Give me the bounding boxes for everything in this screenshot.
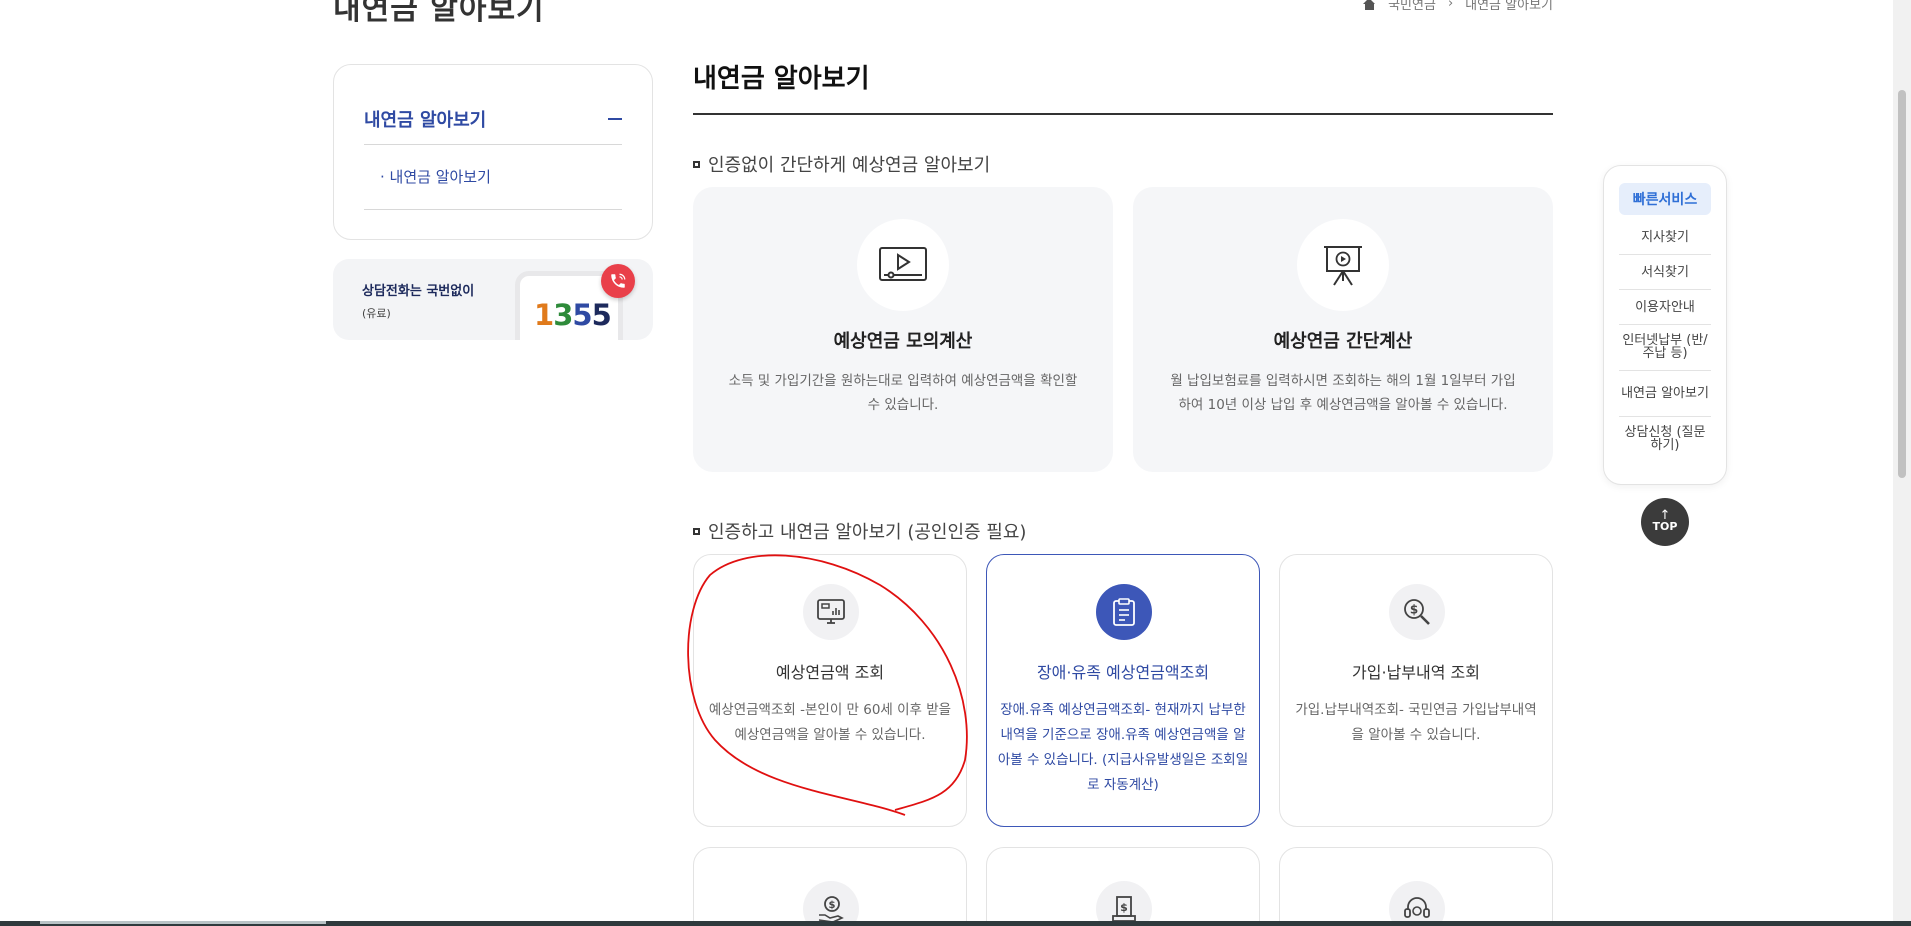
breadcrumb-item[interactable]: 내연금 알아보기 xyxy=(1465,0,1553,13)
breadcrumb-item[interactable]: 국민연금 xyxy=(1388,0,1436,13)
card-title: 예상연금 모의계산 xyxy=(833,331,973,352)
simulation-calc-card[interactable]: 예상연금 모의계산 소득 및 가입기간을 원하는대로 입력하여 예상연금액을 확… xyxy=(693,187,1113,472)
quick-item-consult[interactable]: 상담신청 (질문하기) xyxy=(1619,422,1711,456)
divider xyxy=(364,209,622,210)
card-desc: 소득 및 가입기간을 원하는대로 입력하여 예상연금액을 확인할 수 있습니다. xyxy=(728,373,1078,413)
quick-service-menu: 빠른서비스 지사찾기 서식찾기 이용자안내 인터넷납부 (반/주납 등) 내연금… xyxy=(1603,165,1727,485)
presentation-board-icon xyxy=(1297,219,1389,311)
scroll-top-button[interactable]: ↑ TOP xyxy=(1641,498,1689,546)
divider xyxy=(1619,254,1711,255)
payment-history-card[interactable]: $ 가입·납부내역 조회 가입.납부내역조회- 국민연금 가입납부내역을 알아볼… xyxy=(1279,554,1553,827)
section-title: 인증없이 간단하게 예상연금 알아보기 xyxy=(693,151,990,177)
title-divider xyxy=(693,113,1553,115)
card-desc: 장애.유족 예상연금액조회- 현재까지 납부한 내역을 기준으로 장애.유족 예… xyxy=(997,702,1249,793)
card-title: 예상연금 간단계산 xyxy=(1273,331,1413,352)
bottom-bar xyxy=(0,921,1911,926)
service-card[interactable]: $ xyxy=(986,847,1260,926)
call-number: 1355 xyxy=(534,298,612,332)
svg-text:$: $ xyxy=(1120,901,1128,914)
divider xyxy=(1619,289,1711,290)
quick-menu-title: 빠른서비스 xyxy=(1619,183,1711,215)
quick-item-my-pension[interactable]: 내연금 알아보기 xyxy=(1619,376,1711,410)
divider xyxy=(364,144,622,145)
divider xyxy=(1619,370,1711,371)
home-icon[interactable] xyxy=(1363,0,1376,10)
scrollbar-thumb[interactable] xyxy=(1898,90,1906,478)
simple-calc-card[interactable]: 예상연금 간단계산 월 납입보험료를 입력하시면 조회하는 해의 1월 1일부터… xyxy=(1133,187,1553,472)
card-desc: 예상연금액조회 -본인이 만 60세 이후 받을 예상연금액을 알아볼 수 있습… xyxy=(708,702,952,743)
headset-icon xyxy=(1389,881,1445,926)
card-desc: 월 납입보험료를 입력하시면 조회하는 해의 1월 1일부터 가입하여 10년 … xyxy=(1170,373,1516,413)
quick-item-internet-pay[interactable]: 인터넷납부 (반/주납 등) xyxy=(1619,330,1711,364)
hand-coin-icon: $ xyxy=(803,881,859,926)
left-nav-item[interactable]: · 내연금 알아보기 xyxy=(380,166,491,187)
service-card[interactable] xyxy=(1279,847,1553,926)
quick-item-guide[interactable]: 이용자안내 xyxy=(1619,297,1711,317)
video-screen-icon xyxy=(857,219,949,311)
service-card[interactable]: $ xyxy=(693,847,967,926)
bullet-icon xyxy=(693,527,700,535)
section-title: 인증하고 내연금 알아보기 (공인인증 필요) xyxy=(693,518,1026,544)
svg-text:$: $ xyxy=(829,900,836,911)
divider xyxy=(1619,416,1711,417)
left-nav: 내연금 알아보기 · 내연금 알아보기 xyxy=(333,64,653,240)
monitor-chart-icon xyxy=(803,584,859,640)
expected-pension-card[interactable]: 예상연금액 조회 예상연금액조회 -본인이 만 60세 이후 받을 예상연금액을… xyxy=(693,554,967,827)
card-title: 가입·납부내역 조회 xyxy=(1352,663,1480,682)
card-title: 예상연금액 조회 xyxy=(775,663,885,682)
dollar-search-icon: $ xyxy=(1389,584,1445,640)
clipboard-icon xyxy=(1096,584,1152,640)
call-note: (유료) xyxy=(362,307,391,320)
left-nav-header[interactable]: 내연금 알아보기 xyxy=(364,106,622,132)
dollar-document-icon: $ xyxy=(1096,881,1152,926)
call-title: 상담전화는 국번없이 xyxy=(362,284,475,299)
breadcrumb: 국민연금 › 내연금 알아보기 xyxy=(1363,0,1553,13)
quick-item-branch[interactable]: 지사찾기 xyxy=(1619,227,1711,247)
divider xyxy=(1619,324,1711,325)
card-title: 장애·유족 예상연금액조회 xyxy=(1036,663,1210,682)
main-title: 내연금 알아보기 xyxy=(693,64,870,94)
left-nav-title: 내연금 알아보기 xyxy=(364,110,487,131)
disability-survivor-card[interactable]: 장애·유족 예상연금액조회 장애.유족 예상연금액조회- 현재까지 납부한 내역… xyxy=(986,554,1260,827)
svg-text:$: $ xyxy=(1410,603,1418,617)
page-title: 내연금 알아보기 xyxy=(333,0,545,27)
phone-icon xyxy=(601,264,635,298)
card-desc: 가입.납부내역조회- 국민연금 가입납부내역을 알아볼 수 있습니다. xyxy=(1295,702,1537,743)
bullet-icon xyxy=(693,160,700,168)
quick-item-forms[interactable]: 서식찾기 xyxy=(1619,262,1711,282)
collapse-icon[interactable] xyxy=(608,118,622,120)
scrollbar[interactable] xyxy=(1893,0,1911,926)
chevron-right-icon: › xyxy=(1447,0,1454,11)
